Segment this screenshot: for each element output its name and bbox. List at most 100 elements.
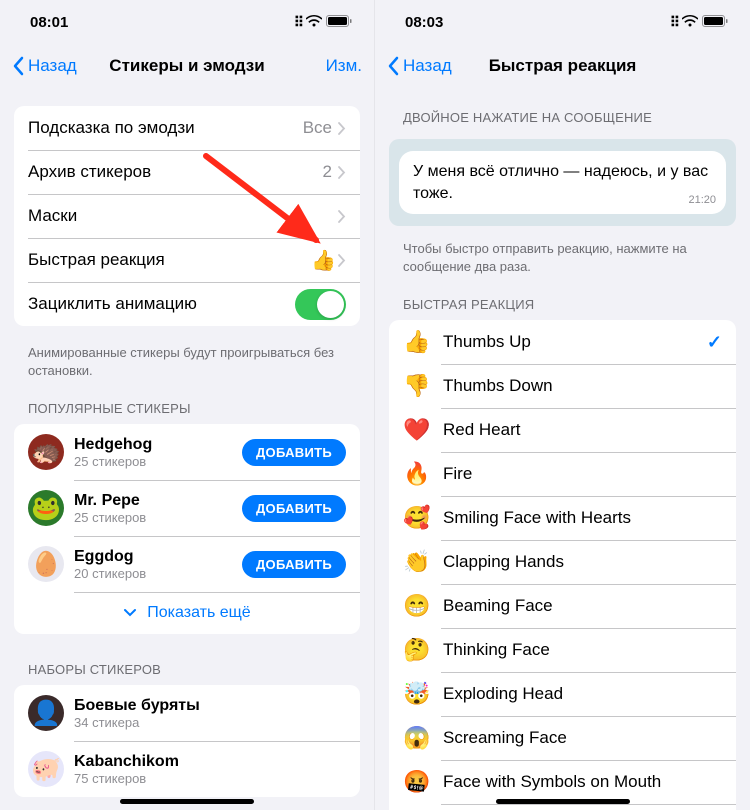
- row-value: 2: [323, 162, 332, 182]
- wifi-icon: [682, 14, 698, 31]
- row-masks[interactable]: Маски: [14, 194, 360, 238]
- reaction-option[interactable]: 😱 Screaming Face: [389, 716, 736, 760]
- row-label: Подсказка по эмодзи: [28, 118, 303, 138]
- chevron-right-icon: [338, 210, 346, 223]
- sticker-name: Боевые буряты: [74, 697, 346, 715]
- chevron-left-icon: [12, 56, 24, 76]
- preview-note: Чтобы быстро отправить реакцию, нажмите …: [375, 232, 750, 279]
- sticker-set-row[interactable]: 👤Боевые буряты34 стикера: [14, 685, 360, 741]
- loop-toggle[interactable]: [295, 289, 346, 320]
- message-time: 21:20: [688, 193, 716, 208]
- status-time: 08:01: [30, 14, 68, 31]
- reaction-emoji-icon: 😱: [403, 725, 429, 751]
- chevron-right-icon: [338, 166, 346, 179]
- reaction-emoji-icon: 🔥: [403, 461, 429, 487]
- edit-button[interactable]: Изм.: [326, 56, 362, 76]
- sticker-avatar: 🦔: [28, 434, 64, 470]
- popular-stickers-header: ПОПУЛЯРНЫЕ СТИКЕРЫ: [0, 383, 374, 424]
- battery-icon: [702, 14, 728, 31]
- show-more-button[interactable]: Показать ещё: [14, 592, 360, 634]
- sticker-sets-list: 👤Боевые буряты34 стикера🐖Kabanchikom75 с…: [14, 685, 360, 797]
- sticker-pack-row[interactable]: 🐸Mr. Pepe25 стикеровДОБАВИТЬ: [14, 480, 360, 536]
- chevron-right-icon: [338, 122, 346, 135]
- show-more-label: Показать ещё: [147, 604, 250, 622]
- loop-footer-note: Анимированные стикеры будут проигрыватьс…: [0, 336, 374, 383]
- sticker-avatar: 🥚: [28, 546, 64, 582]
- reaction-emoji-icon: ❤️: [403, 417, 429, 443]
- back-button[interactable]: Назад: [12, 56, 77, 76]
- sticker-avatar: 🐸: [28, 490, 64, 526]
- row-emoji-hint[interactable]: Подсказка по эмодзи Все: [14, 106, 360, 150]
- wifi-icon: [306, 14, 322, 31]
- reaction-label: Fire: [443, 464, 722, 484]
- reaction-option[interactable]: 🥰Smiling Face with Hearts: [389, 496, 736, 540]
- sticker-avatar: 👤: [28, 695, 64, 731]
- reaction-option[interactable]: 🔥 Fire: [389, 452, 736, 496]
- reaction-label: Exploding Head: [443, 684, 722, 704]
- row-sticker-archive[interactable]: Архив стикеров 2: [14, 150, 360, 194]
- row-label: Маски: [28, 206, 338, 226]
- screen-stickers-settings: 08:01 ⠿ Назад Стикеры и эмодзи Изм. Подс…: [0, 0, 375, 810]
- sticker-pack-row[interactable]: 🥚 Eggdog20 стикеров ДОБАВИТЬ: [14, 536, 360, 592]
- sticker-name: Kabanchikom: [74, 753, 346, 771]
- status-bar: 08:03 ⠿: [375, 0, 750, 44]
- add-button[interactable]: ДОБАВИТЬ: [242, 551, 346, 578]
- reaction-label: Thinking Face: [443, 640, 722, 660]
- reaction-emoji-icon: 👎: [403, 373, 429, 399]
- reaction-label: Beaming Face: [443, 596, 722, 616]
- reaction-option[interactable]: 👍Thumbs Up✓: [389, 320, 736, 364]
- reaction-option[interactable]: 👏Clapping Hands: [389, 540, 736, 584]
- reactions-list: 👍Thumbs Up✓👎Thumbs Down❤️Red Heart🔥Fire🥰…: [389, 320, 736, 810]
- sticker-pack-row[interactable]: 🦔 Hedgehog25 стикеров ДОБАВИТЬ: [14, 424, 360, 480]
- reaction-option[interactable]: 🤬Face with Symbols on Mouth: [389, 760, 736, 804]
- reaction-option[interactable]: 🤔 Thinking Face: [389, 628, 736, 672]
- reaction-option[interactable]: 🤯 Exploding Head: [389, 672, 736, 716]
- reaction-emoji-icon: 🥰: [403, 505, 429, 531]
- home-indicator: [120, 799, 254, 804]
- row-label: Зациклить анимацию: [28, 294, 295, 314]
- reaction-option[interactable]: 😁 Beaming Face: [389, 584, 736, 628]
- chevron-down-icon: [123, 608, 137, 618]
- sticker-set-row[interactable]: 🐖 Kabanchikom75 стикеров: [14, 741, 360, 797]
- home-indicator: [496, 799, 630, 804]
- reaction-emoji-icon: 🤬: [403, 769, 429, 795]
- sticker-count: 75 стикеров: [74, 771, 346, 786]
- message-preview: У меня всё отлично — надеюсь, и у вас то…: [389, 139, 736, 226]
- sticker-count: 25 стикеров: [74, 454, 232, 469]
- add-button[interactable]: ДОБАВИТЬ: [242, 439, 346, 466]
- battery-icon: [326, 14, 352, 31]
- sticker-name: Hedgehog: [74, 436, 232, 454]
- back-label: Назад: [403, 56, 452, 76]
- row-label: Быстрая реакция: [28, 250, 311, 270]
- sticker-avatar: 🐖: [28, 751, 64, 787]
- sticker-count: 20 стикеров: [74, 566, 232, 581]
- page-title: Быстрая реакция: [489, 56, 637, 76]
- reaction-emoji-icon: 😁: [403, 593, 429, 619]
- reaction-label: Thumbs Up: [443, 332, 693, 352]
- reaction-emoji-icon: 🤔: [403, 637, 429, 663]
- message-bubble: У меня всё отлично — надеюсь, и у вас то…: [399, 151, 726, 214]
- thumbs-up-icon: 👍: [311, 248, 336, 273]
- reaction-emoji-icon: 🤯: [403, 681, 429, 707]
- row-loop-animation: Зациклить анимацию: [14, 282, 360, 326]
- chevron-left-icon: [387, 56, 399, 76]
- row-label: Архив стикеров: [28, 162, 323, 182]
- cellular-icon: ⠿: [670, 14, 678, 31]
- reaction-option[interactable]: 😢Crying Face: [389, 804, 736, 810]
- reaction-label: Clapping Hands: [443, 552, 722, 572]
- row-value: Все: [303, 118, 332, 138]
- chevron-right-icon: [338, 254, 346, 267]
- back-button[interactable]: Назад: [387, 56, 452, 76]
- row-quick-reaction[interactable]: Быстрая реакция 👍: [14, 238, 360, 282]
- reaction-emoji-icon: 👍: [403, 329, 429, 355]
- reaction-label: Screaming Face: [443, 728, 722, 748]
- reaction-option[interactable]: 👎Thumbs Down: [389, 364, 736, 408]
- sticker-name: Eggdog: [74, 548, 232, 566]
- status-time: 08:03: [405, 14, 443, 31]
- add-button[interactable]: ДОБАВИТЬ: [242, 495, 346, 522]
- message-text: У меня всё отлично — надеюсь, и у вас то…: [413, 163, 708, 202]
- screen-quick-reaction: 08:03 ⠿ Назад Быстрая реакция ДВОЙНОЕ НА…: [375, 0, 750, 810]
- popular-stickers-list: 🦔Hedgehog25 стикеровДОБАВИТЬ🐸Mr. Pepe25 …: [14, 424, 360, 634]
- reaction-option[interactable]: ❤️ Red Heart: [389, 408, 736, 452]
- reaction-label: Red Heart: [443, 420, 722, 440]
